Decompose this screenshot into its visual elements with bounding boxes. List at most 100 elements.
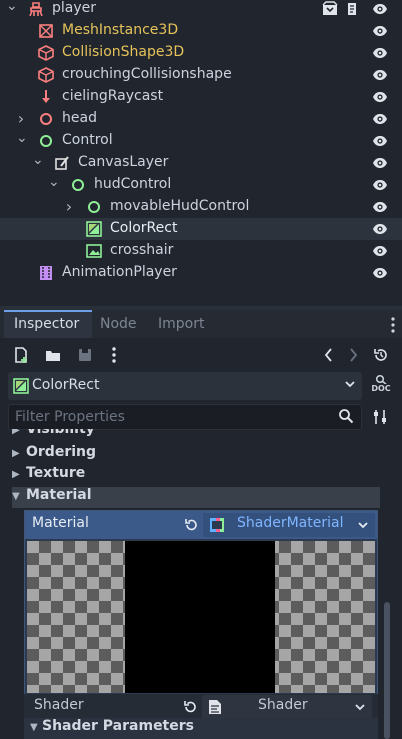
tree-node-control[interactable]: ⌄ Control — [0, 130, 402, 152]
chevron-down-icon — [345, 381, 355, 388]
tab-inspector[interactable]: Inspector — [4, 310, 92, 338]
scene-node-extra-icons[interactable] — [322, 1, 362, 17]
expand-arrow-icon: ▶ — [12, 469, 20, 480]
dock-menu-icon[interactable] — [390, 316, 396, 334]
tree-node-cielingraycast[interactable]: cielingRaycast — [0, 86, 402, 108]
visibility-eye-icon[interactable] — [372, 200, 388, 214]
revert-icon[interactable] — [183, 517, 199, 533]
tree-node-label: hudControl — [94, 176, 172, 192]
collision-shape-icon — [38, 67, 54, 83]
selected-node-dropdown[interactable]: ColorRect — [8, 372, 362, 400]
collapse-arrow-icon[interactable]: ⌄ — [48, 175, 60, 191]
tree-node-label: ColorRect — [110, 220, 178, 236]
visibility-eye-icon[interactable] — [372, 156, 388, 170]
collapse-arrow-icon[interactable]: ⌄ — [32, 153, 44, 169]
tab-node[interactable]: Node — [100, 310, 144, 338]
color-rect-icon — [13, 378, 29, 394]
material-preview — [27, 541, 375, 693]
visibility-eye-icon[interactable] — [372, 2, 388, 16]
section-material-label: Material — [26, 487, 92, 503]
section-material[interactable]: ▼ Material — [12, 487, 380, 508]
chevron-down-icon — [355, 704, 365, 711]
tree-node-animationplayer[interactable]: AnimationPlayer — [0, 262, 402, 284]
open-folder-icon[interactable] — [44, 346, 62, 364]
selected-node-name: ColorRect — [32, 377, 100, 393]
section-visibility[interactable]: ▶ Visibility — [12, 429, 380, 441]
tree-node-label: crouchingCollisionshape — [62, 66, 232, 82]
material-property-row: Material ShaderMaterial — [25, 511, 377, 539]
doc-label: DOC — [371, 384, 391, 393]
material-resource-picker[interactable]: ShaderMaterial — [203, 513, 375, 537]
magnifier-icon — [375, 374, 387, 384]
expand-arrow-icon: ▶ — [12, 448, 20, 459]
material-property-label: Material — [32, 515, 89, 531]
revert-icon[interactable] — [182, 699, 198, 715]
inspector-scrollbar[interactable] — [384, 602, 390, 739]
tree-node-movablehudcontrol[interactable]: › movableHudControl — [0, 196, 402, 218]
more-options-icon[interactable] — [110, 346, 118, 364]
section-texture[interactable]: ▶ Texture — [12, 465, 380, 486]
history-forward-icon[interactable] — [344, 346, 362, 364]
shader-property-row: Shader Shader — [24, 694, 378, 720]
property-settings-icon[interactable] — [372, 408, 388, 426]
visibility-eye-icon[interactable] — [372, 178, 388, 192]
texture-rect-icon — [86, 244, 102, 258]
tree-node-label: player — [52, 0, 97, 16]
tree-node-crosshair[interactable]: crosshair — [0, 240, 402, 262]
tree-node-colorrect[interactable]: ColorRect — [0, 218, 402, 240]
shader-resource-picker[interactable]: Shader — [202, 695, 372, 719]
node3d-icon — [40, 113, 52, 125]
section-ordering[interactable]: ▶ Ordering — [12, 444, 380, 465]
save-icon[interactable] — [76, 346, 94, 364]
filter-properties-input[interactable] — [8, 404, 362, 430]
tree-node-label: CanvasLayer — [78, 154, 169, 170]
visibility-eye-icon[interactable] — [372, 222, 388, 236]
visibility-eye-icon[interactable] — [372, 244, 388, 258]
history-back-icon[interactable] — [320, 346, 338, 364]
visibility-eye-icon[interactable] — [372, 134, 388, 148]
expand-arrow-icon[interactable]: › — [64, 199, 74, 215]
visibility-eye-icon[interactable] — [372, 266, 388, 280]
open-docs-button[interactable]: DOC — [370, 374, 392, 398]
collision-shape-icon — [38, 45, 54, 61]
collapse-arrow-icon[interactable]: ⌄ — [6, 0, 18, 15]
collapse-arrow-icon: ▼ — [30, 722, 38, 733]
collapse-arrow-icon[interactable]: ⌄ — [16, 131, 28, 147]
search-icon — [339, 409, 354, 424]
tree-node-label: cielingRaycast — [62, 88, 164, 104]
visibility-eye-icon[interactable] — [372, 46, 388, 60]
visibility-eye-icon[interactable] — [372, 112, 388, 126]
tree-node-crouchingcollisionshape[interactable]: crouchingCollisionshape — [0, 64, 402, 86]
tree-node-label: movableHudControl — [110, 198, 250, 214]
tree-node-meshinstance3d[interactable]: MeshInstance3D — [0, 20, 402, 42]
tree-node-label: MeshInstance3D — [62, 22, 179, 38]
shader-property-label: Shader — [34, 697, 84, 713]
dock-tab-bar: Inspector Node Import — [0, 310, 402, 338]
tree-node-head[interactable]: › head — [0, 108, 402, 130]
visibility-eye-icon[interactable] — [372, 24, 388, 38]
tree-node-label: AnimationPlayer — [62, 264, 177, 280]
new-resource-icon[interactable] — [12, 346, 30, 364]
tree-node-player[interactable]: ⌄ player — [0, 0, 402, 20]
tree-node-label: head — [62, 110, 97, 126]
tree-node-label: crosshair — [110, 242, 174, 258]
shader-file-icon — [209, 700, 221, 714]
mesh-instance-icon — [39, 24, 53, 38]
visibility-eye-icon[interactable] — [372, 68, 388, 82]
color-rect-icon — [86, 221, 102, 237]
tab-import[interactable]: Import — [158, 310, 208, 338]
animation-player-icon — [40, 266, 52, 280]
tree-node-collisionshape3d[interactable]: CollisionShape3D — [0, 42, 402, 64]
raycast-icon — [42, 90, 50, 103]
shader-material-icon — [210, 518, 224, 532]
object-history-icon[interactable] — [372, 346, 390, 364]
material-resource-value: ShaderMaterial — [237, 515, 344, 531]
section-shader-parameters-label: Shader Parameters — [42, 718, 194, 734]
chevron-down-icon — [358, 522, 368, 529]
control-icon — [88, 201, 100, 213]
visibility-eye-icon[interactable] — [372, 90, 388, 104]
tree-node-canvaslayer[interactable]: ⌄ CanvasLayer — [0, 152, 402, 174]
section-shader-parameters[interactable]: ▼ Shader Parameters — [24, 718, 378, 739]
expand-arrow-icon[interactable]: › — [16, 111, 26, 127]
tree-node-hudcontrol[interactable]: ⌄ hudControl — [0, 174, 402, 196]
